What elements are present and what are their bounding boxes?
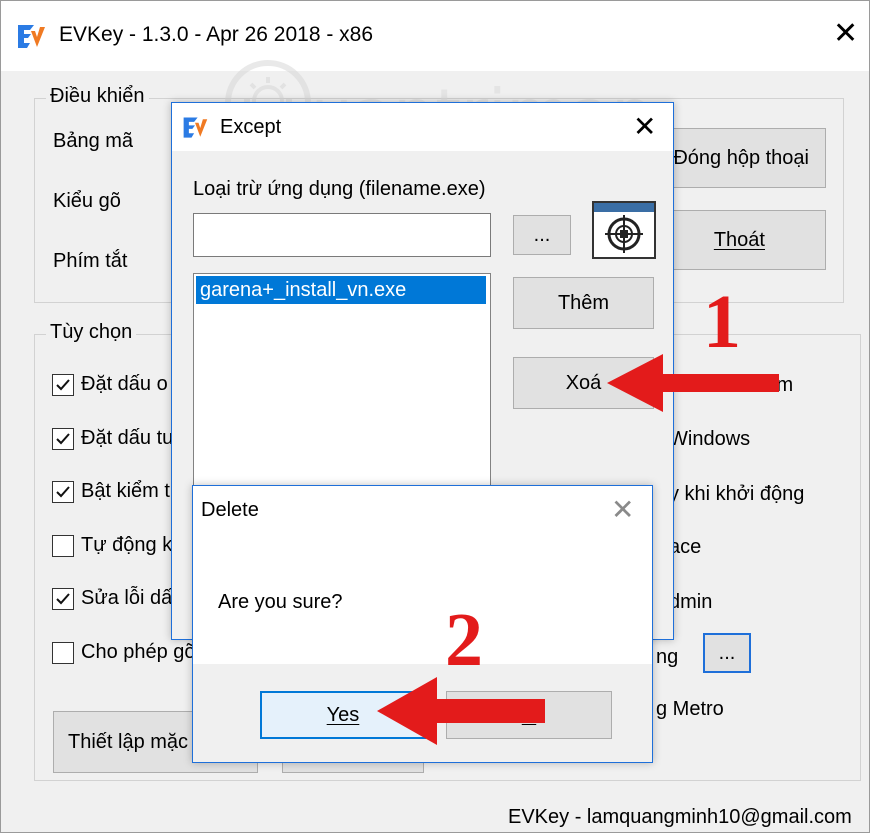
option-label-4[interactable]: Tự động k [81, 534, 172, 557]
option-right-7[interactable]: g Metro [656, 698, 724, 721]
main-titlebar: EVKey - 1.3.0 - Apr 26 2018 - x86 ✕ [1, 1, 869, 71]
option-label-3[interactable]: Bật kiểm t [81, 480, 170, 503]
delete-button-label: Xoá [565, 371, 602, 394]
option-label-2[interactable]: Đặt dấu tu [81, 427, 173, 450]
exit-button-label: Thoát [713, 228, 765, 251]
close-dialog-button[interactable]: Đóng hộp thoại [656, 128, 826, 188]
option-checkbox-3[interactable] [52, 481, 74, 503]
crosshair-target-icon[interactable] [592, 201, 656, 259]
option-checkbox-6[interactable] [52, 642, 74, 664]
option-right-5[interactable]: dmin [669, 591, 712, 614]
filename-input[interactable] [193, 213, 491, 257]
hotkey-label: Phím tắt [53, 250, 128, 272]
options-ellipsis-button-label: ... [718, 641, 736, 664]
checkmark-icon [56, 433, 70, 445]
option-right-3[interactable]: y khi khởi động [669, 483, 804, 506]
main-window-title: EVKey - 1.3.0 - Apr 26 2018 - x86 [59, 23, 374, 46]
close-icon[interactable]: ✕ [833, 19, 858, 49]
confirm-message: Are you sure? [218, 591, 343, 613]
option-label-1[interactable]: Đặt dấu o [81, 373, 168, 396]
checkmark-icon [56, 379, 70, 391]
option-right-6[interactable]: ng [656, 646, 678, 669]
delete-close-icon[interactable]: ✕ [611, 496, 634, 524]
delete-dialog-body: Delete ✕ Are you sure? [193, 486, 652, 664]
default-settings-button-label: Thiết lập mặc [68, 730, 189, 753]
option-checkbox-5[interactable] [52, 588, 74, 610]
option-checkbox-2[interactable] [52, 428, 74, 450]
footer-email: EVKey - lamquangminh10@gmail.com [508, 806, 852, 828]
browse-button[interactable]: ... [513, 215, 571, 255]
exclude-app-label: Loại trừ ứng dụng (filename.exe) [193, 178, 486, 200]
except-dialog-title: Except [220, 116, 282, 138]
list-item-selected[interactable]: garena+_install_vn.exe [196, 276, 486, 304]
delete-dialog-title: Delete [201, 499, 259, 521]
checkmark-icon [56, 486, 70, 498]
except-titlebar: Except ✕ [172, 103, 673, 151]
yes-button-label: Yes [326, 703, 360, 726]
option-label-6[interactable]: Cho phép gõ [81, 641, 196, 664]
options-group-legend: Tùy chọn [46, 321, 137, 344]
close-dialog-button-label: Đóng hộp thoại [673, 146, 809, 169]
arrow-to-yes-icon [377, 677, 545, 745]
option-checkbox-4[interactable] [52, 535, 74, 557]
control-group-legend: Điều khiển [46, 85, 149, 108]
add-button-label: Thêm [557, 291, 610, 314]
option-right-2[interactable]: Windows [669, 428, 750, 451]
options-ellipsis-button[interactable]: ... [703, 633, 751, 673]
add-button[interactable]: Thêm [513, 277, 654, 329]
input-method-label: Kiểu gõ [53, 190, 121, 212]
option-checkbox-1[interactable] [52, 374, 74, 396]
checkmark-icon [56, 593, 70, 605]
evkey-logo-icon [15, 21, 47, 53]
arrow-to-delete-icon [607, 354, 779, 412]
charset-label: Bảng mã [53, 130, 134, 152]
step-2-annotation: 2 [445, 598, 483, 682]
exit-button[interactable]: Thoát [656, 210, 826, 270]
browse-button-label: ... [533, 223, 551, 246]
except-logo-icon [181, 114, 209, 142]
option-label-5[interactable]: Sửa lỗi dấ [81, 587, 172, 610]
step-1-annotation: 1 [703, 280, 741, 364]
except-close-icon[interactable]: ✕ [633, 113, 656, 141]
